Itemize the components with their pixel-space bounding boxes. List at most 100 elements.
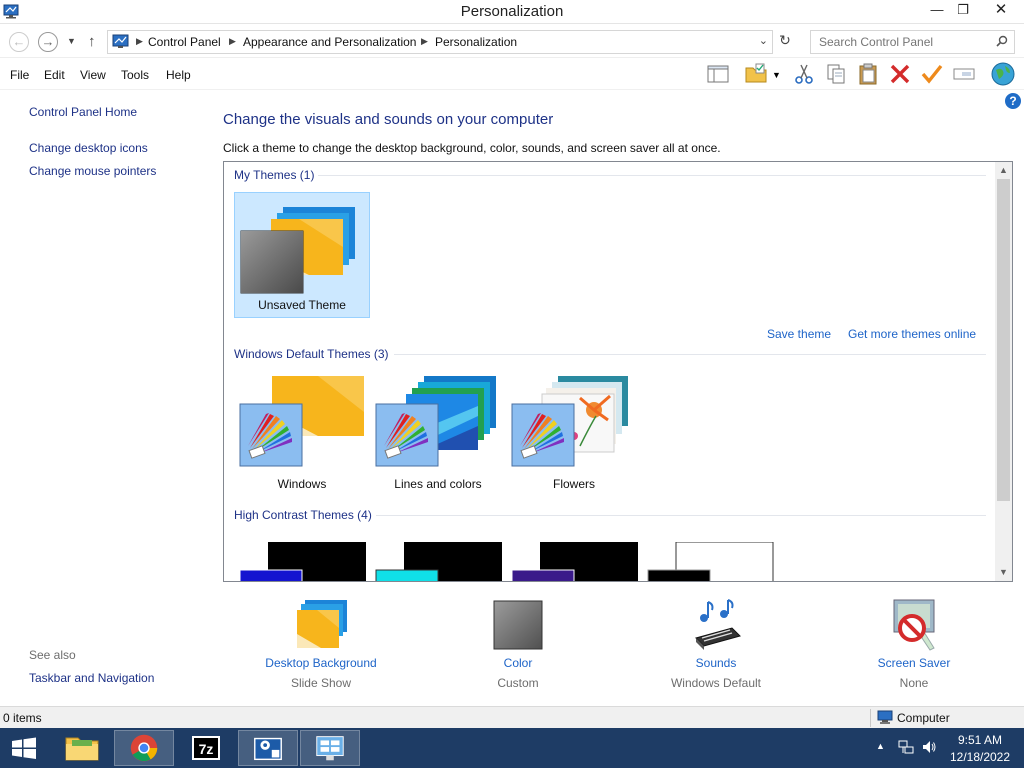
menu-tools[interactable]: Tools	[121, 68, 149, 82]
back-button[interactable]: ←	[9, 32, 29, 52]
svg-text:7z: 7z	[199, 741, 214, 757]
sidebar: Control Panel Home Change desktop icons …	[0, 90, 210, 705]
scroll-up-arrow[interactable]: ▲	[995, 162, 1012, 179]
search-icon[interactable]	[996, 35, 1008, 47]
group-header-default-themes[interactable]: Windows Default Themes (3)	[234, 347, 389, 361]
copy-icon[interactable]	[824, 62, 848, 86]
menu-view[interactable]: View	[80, 68, 106, 82]
setting-name[interactable]: Screen Saver	[834, 656, 994, 670]
theme-label: Lines and colors	[394, 477, 482, 491]
recent-locations-dropdown[interactable]: ▼	[67, 36, 76, 46]
group-divider	[376, 515, 986, 516]
page-subtitle: Click a theme to change the desktop back…	[223, 141, 721, 155]
chevron-right-icon[interactable]: ▶	[229, 36, 236, 47]
breadcrumb-personalization[interactable]: Personalization	[435, 35, 517, 49]
refresh-button[interactable]: ↻	[775, 32, 795, 52]
desktop-background-icon	[297, 600, 347, 648]
menu-edit[interactable]: Edit	[44, 68, 65, 82]
theme-thumbnail	[511, 376, 628, 467]
theme-lines-and-colors[interactable]: Lines and colors	[370, 372, 506, 498]
theme-windows[interactable]: Windows	[234, 372, 370, 498]
setting-name[interactable]: Sounds	[636, 656, 796, 670]
theme-high-contrast-2[interactable]	[374, 542, 504, 582]
search-input[interactable]	[811, 31, 991, 53]
theme-thumbnail	[375, 376, 496, 467]
7zip-icon[interactable]: 7z	[176, 730, 236, 766]
clock-date[interactable]: 12/18/2022	[946, 750, 1014, 764]
control-panel-taskbar-icon[interactable]	[300, 730, 360, 766]
sidebar-link-change-desktop-icons[interactable]: Change desktop icons	[29, 141, 148, 155]
theme-high-contrast-1[interactable]	[238, 542, 368, 582]
volume-icon[interactable]	[921, 739, 937, 755]
sounds-setting[interactable]: Sounds Windows Default	[636, 598, 796, 693]
menu-help[interactable]: Help	[166, 68, 191, 82]
rename-icon[interactable]	[952, 62, 976, 86]
paste-icon[interactable]	[856, 62, 880, 86]
color-setting[interactable]: Color Custom	[438, 598, 598, 693]
see-also-label: See also	[29, 648, 76, 662]
globe-icon[interactable]	[990, 61, 1016, 87]
theme-high-contrast-3[interactable]	[510, 542, 640, 582]
cut-icon[interactable]	[792, 62, 816, 86]
theme-label: Flowers	[552, 477, 595, 491]
settings-window-icon[interactable]	[238, 730, 298, 766]
chevron-right-icon[interactable]: ▶	[421, 36, 428, 47]
scroll-thumb[interactable]	[997, 179, 1010, 501]
breadcrumb-appearance[interactable]: Appearance and Personalization	[243, 35, 416, 49]
personalization-window: Personalization — ❐ ✕ ← → ▼ ↑ ▶ Control …	[0, 0, 1024, 768]
computer-icon	[877, 710, 893, 724]
get-more-themes-link[interactable]: Get more themes online	[848, 327, 976, 341]
windows-start-icon[interactable]	[0, 728, 48, 768]
setting-value: Custom	[497, 676, 539, 690]
scroll-down-arrow[interactable]: ▼	[995, 564, 1012, 581]
page-title: Change the visuals and sounds on your co…	[223, 111, 554, 128]
properties-check-icon[interactable]	[920, 62, 944, 86]
folder-options-icon[interactable]	[744, 62, 768, 86]
chrome-icon[interactable]	[114, 730, 174, 766]
breadcrumb-control-panel[interactable]: Control Panel	[148, 35, 221, 49]
sidebar-link-control-panel-home[interactable]: Control Panel Home	[29, 105, 137, 119]
sounds-icon	[695, 599, 741, 650]
search-box[interactable]	[810, 30, 1015, 54]
screen-saver-setting[interactable]: Screen Saver None	[834, 598, 994, 693]
setting-name[interactable]: Color	[438, 656, 598, 670]
theme-flowers[interactable]: Flowers	[506, 372, 642, 498]
layout-pane-icon[interactable]	[706, 62, 730, 86]
up-button[interactable]: ↑	[88, 33, 96, 50]
group-header-high-contrast[interactable]: High Contrast Themes (4)	[234, 508, 372, 522]
themes-list[interactable]: My Themes (1) Unsaved Theme Save theme G…	[223, 161, 1013, 582]
theme-label: Unsaved Theme	[258, 298, 346, 312]
show-hidden-icons-button[interactable]: ▲	[876, 741, 885, 751]
maximize-button[interactable]: ❐	[948, 0, 978, 22]
save-theme-link[interactable]: Save theme	[767, 327, 831, 341]
help-icon[interactable]: ?	[1005, 93, 1021, 109]
forward-button[interactable]: →	[38, 32, 58, 52]
close-button[interactable]: ✕	[985, 0, 1017, 22]
network-icon[interactable]	[898, 739, 914, 755]
setting-name[interactable]: Desktop Background	[241, 656, 401, 670]
setting-value: Windows Default	[670, 676, 762, 690]
address-bar[interactable]: ▶ Control Panel ▶ Appearance and Persona…	[107, 30, 773, 54]
themes-scrollbar[interactable]: ▲ ▼	[995, 162, 1012, 581]
clock-time[interactable]: 9:51 AM	[950, 733, 1010, 747]
file-explorer-icon[interactable]	[52, 730, 112, 766]
desktop-background-setting[interactable]: Desktop Background Slide Show	[241, 598, 401, 693]
theme-unsaved[interactable]: Unsaved Theme	[234, 192, 370, 318]
theme-high-contrast-white[interactable]	[646, 542, 776, 582]
sidebar-link-taskbar-navigation[interactable]: Taskbar and Navigation	[29, 671, 154, 685]
screen-saver-icon	[893, 599, 935, 651]
sidebar-link-change-mouse-pointers[interactable]: Change mouse pointers	[29, 164, 156, 178]
delete-icon[interactable]	[888, 62, 912, 86]
status-divider	[870, 709, 871, 727]
group-header-my-themes[interactable]: My Themes (1)	[234, 168, 314, 182]
chevron-down-icon[interactable]: ⌄	[759, 34, 768, 47]
menu-file[interactable]: File	[10, 68, 29, 82]
item-count: 0 items	[3, 711, 42, 725]
chevron-down-icon[interactable]: ▼	[772, 70, 784, 82]
theme-label: Windows	[277, 477, 327, 491]
menu-bar: File Edit View Tools Help ▼	[0, 58, 1024, 90]
color-swatch-icon	[493, 600, 543, 650]
setting-value: Slide Show	[290, 676, 352, 690]
setting-value: None	[899, 676, 929, 690]
chevron-right-icon[interactable]: ▶	[136, 36, 143, 47]
